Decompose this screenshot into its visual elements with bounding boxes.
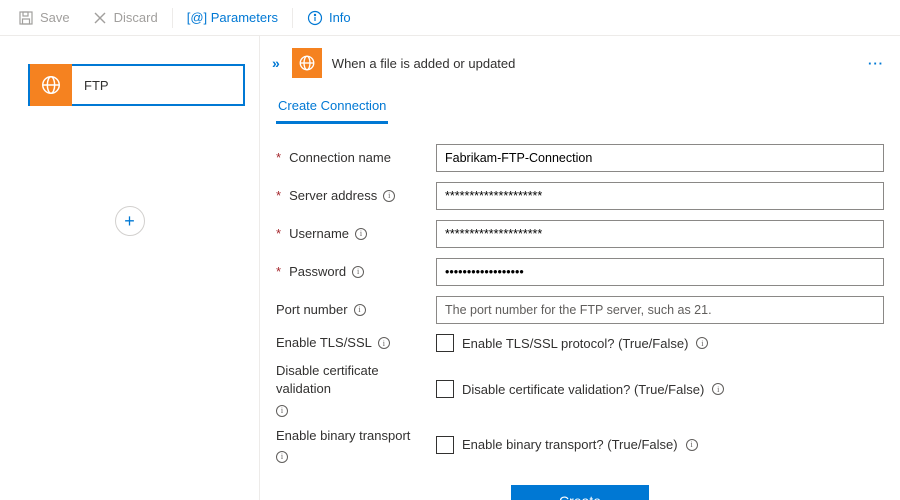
discard-icon — [92, 10, 108, 26]
toolbar: Save Discard [@] Parameters Info — [0, 0, 900, 36]
trigger-card-label: FTP — [72, 78, 109, 93]
save-icon — [18, 10, 34, 26]
info-icon[interactable]: i — [686, 439, 698, 451]
discard-button[interactable]: Discard — [82, 6, 168, 30]
password-input[interactable] — [436, 258, 884, 286]
info-icon — [307, 10, 323, 26]
parameters-label: [@] Parameters — [187, 10, 278, 25]
label: Port number — [276, 301, 348, 319]
trigger-card-ftp[interactable]: FTP — [28, 64, 245, 106]
label: Connection name — [289, 149, 391, 167]
info-icon[interactable]: i — [354, 304, 366, 316]
config-panel: » When a file is added or updated ··· Cr… — [260, 36, 900, 500]
more-menu-button[interactable]: ··· — [868, 56, 890, 71]
desc: Disable certificate validation? (True/Fa… — [462, 382, 704, 397]
info-icon[interactable]: i — [383, 190, 395, 202]
field-connection-name: *Connection name — [276, 144, 884, 172]
label: Enable TLS/SSL — [276, 334, 372, 352]
button-row: Create — [276, 473, 884, 500]
label: Disable certificate validation — [276, 362, 426, 398]
label: Server address — [289, 187, 377, 205]
disable-cert-checkbox[interactable] — [436, 380, 454, 398]
designer-canvas: FTP + — [0, 36, 260, 500]
ftp-icon — [30, 64, 72, 106]
desc: Enable TLS/SSL protocol? (True/False) — [462, 336, 688, 351]
info-button[interactable]: Info — [297, 6, 361, 30]
info-icon[interactable]: i — [276, 451, 288, 463]
add-step-button[interactable]: + — [115, 206, 145, 236]
username-input[interactable] — [436, 220, 884, 248]
plus-icon: + — [124, 211, 135, 232]
enable-binary-checkbox[interactable] — [436, 436, 454, 454]
tab-create-connection[interactable]: Create Connection — [276, 92, 388, 124]
field-disable-cert: Disable certificate validation i Disable … — [276, 362, 884, 416]
ftp-icon — [292, 48, 322, 78]
connection-name-input[interactable] — [436, 144, 884, 172]
parameters-button[interactable]: [@] Parameters — [177, 6, 288, 29]
trigger-header: » When a file is added or updated ··· — [270, 48, 890, 78]
collapse-button[interactable]: » — [270, 55, 282, 71]
info-icon[interactable]: i — [355, 228, 367, 240]
tabs: Create Connection — [270, 92, 890, 124]
label: Enable binary transport — [276, 427, 410, 445]
label: Password — [289, 263, 346, 281]
field-server-address: *Server addressi — [276, 182, 884, 210]
field-enable-binary: Enable binary transport i Enable binary t… — [276, 427, 884, 463]
enable-tls-checkbox[interactable] — [436, 334, 454, 352]
field-enable-tls: Enable TLS/SSL i Enable TLS/SSL protocol?… — [276, 334, 884, 352]
port-number-input[interactable] — [436, 296, 884, 324]
info-icon[interactable]: i — [276, 405, 288, 417]
separator — [292, 8, 293, 28]
save-button[interactable]: Save — [8, 6, 80, 30]
trigger-title: When a file is added or updated — [332, 56, 516, 71]
main: FTP + » When a file is added or updated … — [0, 36, 900, 500]
create-button[interactable]: Create — [511, 485, 649, 500]
connection-form: *Connection name *Server addressi *Usern… — [270, 124, 890, 500]
server-address-input[interactable] — [436, 182, 884, 210]
field-port-number: Port number i — [276, 296, 884, 324]
desc: Enable binary transport? (True/False) — [462, 437, 678, 452]
separator — [172, 8, 173, 28]
label: Username — [289, 225, 349, 243]
info-icon[interactable]: i — [712, 383, 724, 395]
discard-label: Discard — [114, 10, 158, 25]
info-icon[interactable]: i — [696, 337, 708, 349]
info-icon[interactable]: i — [352, 266, 364, 278]
field-password: *Passwordi — [276, 258, 884, 286]
info-icon[interactable]: i — [378, 337, 390, 349]
field-username: *Usernamei — [276, 220, 884, 248]
save-label: Save — [40, 10, 70, 25]
info-label: Info — [329, 10, 351, 25]
